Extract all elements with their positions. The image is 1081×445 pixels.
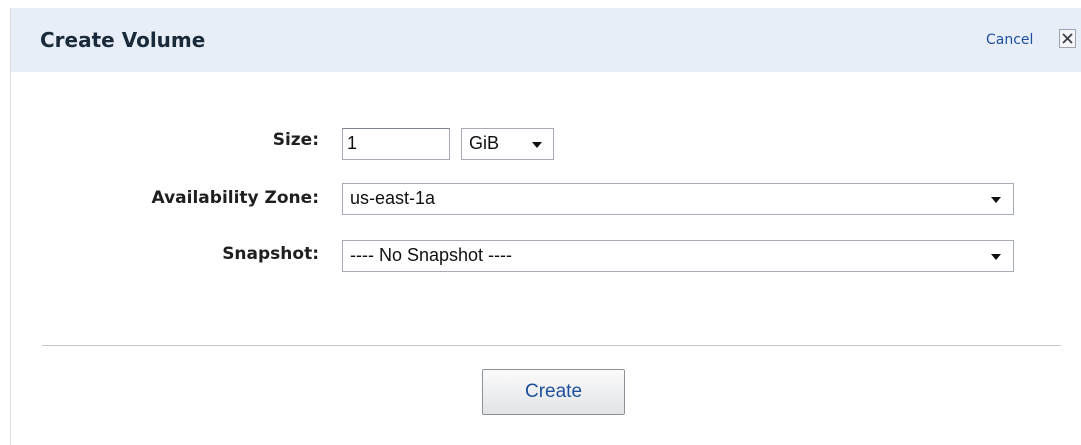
cancel-link[interactable]: Cancel (986, 32, 1033, 48)
size-unit-value: GiB (469, 133, 500, 153)
divider (42, 345, 1061, 346)
dialog-title: Create Volume (40, 28, 206, 52)
chevron-down-icon (532, 142, 542, 148)
availability-zone-value: us-east-1a (350, 188, 436, 208)
snapshot-value: ---- No Snapshot ---- (350, 245, 513, 265)
chevron-down-icon (991, 254, 1001, 260)
chevron-down-icon (991, 197, 1001, 203)
snapshot-select[interactable]: ---- No Snapshot ---- (342, 240, 1014, 272)
create-volume-dialog: Create Volume Cancel Size: 1 GiB Availab… (10, 8, 1081, 445)
create-button[interactable]: Create (482, 369, 625, 415)
size-unit-select[interactable]: GiB (461, 128, 554, 160)
snapshot-label: Snapshot: (222, 244, 319, 264)
close-icon[interactable] (1059, 29, 1076, 48)
availability-zone-select[interactable]: us-east-1a (342, 183, 1014, 215)
dialog-header: Create Volume Cancel (11, 8, 1081, 72)
size-label: Size: (272, 130, 319, 150)
size-input[interactable]: 1 (342, 128, 450, 160)
availability-zone-label: Availability Zone: (151, 188, 319, 208)
